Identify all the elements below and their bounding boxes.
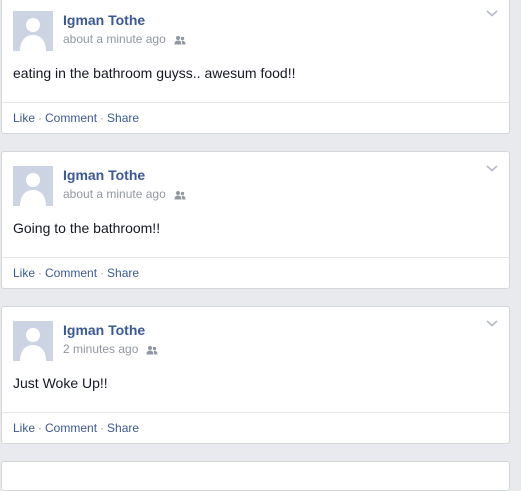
avatar[interactable] [13,11,53,51]
separator-dot: · [100,111,105,125]
post-meta: about a minute ago [63,32,186,46]
post-actions: Like · Comment · Share [2,257,509,288]
chevron-down-icon[interactable] [485,8,499,18]
post-text: Going to the bathroom!! [13,220,161,236]
friends-audience-icon[interactable] [174,34,186,45]
post-timestamp[interactable]: 2 minutes ago [63,342,138,356]
chevron-down-icon[interactable] [485,318,499,328]
feed-post: Igman Tothe about a minute ago Going to … [1,151,510,289]
comment-link[interactable]: Comment [45,111,97,125]
profile-silhouette-icon [13,321,53,361]
post-actions: Like · Comment · Share [2,412,509,443]
comment-link[interactable]: Comment [45,266,97,280]
chevron-down-icon[interactable] [485,163,499,173]
profile-silhouette-icon [13,11,53,51]
post-text: eating in the bathroom guyss.. awesum fo… [13,65,296,81]
avatar[interactable] [13,166,53,206]
post-timestamp[interactable]: about a minute ago [63,187,166,201]
post-actions: Like · Comment · Share [2,102,509,133]
post-author-name[interactable]: Igman Tothe [63,167,145,183]
like-link[interactable]: Like [13,266,35,280]
post-author-name[interactable]: Igman Tothe [63,12,145,28]
feed-post-partial [1,461,510,491]
feed-post: Igman Tothe about a minute ago eating in… [1,0,510,134]
share-link[interactable]: Share [107,266,139,280]
like-link[interactable]: Like [13,111,35,125]
separator-dot: · [100,421,105,435]
post-author-name[interactable]: Igman Tothe [63,322,145,338]
feed-post: Igman Tothe 2 minutes ago Just Woke Up!!… [1,306,510,444]
separator-dot: · [38,111,43,125]
separator-dot: · [38,421,43,435]
share-link[interactable]: Share [107,421,139,435]
comment-link[interactable]: Comment [45,421,97,435]
post-text: Just Woke Up!! [13,375,108,391]
post-meta: about a minute ago [63,187,186,201]
post-meta: 2 minutes ago [63,342,158,356]
friends-audience-icon[interactable] [174,189,186,200]
like-link[interactable]: Like [13,421,35,435]
post-timestamp[interactable]: about a minute ago [63,32,166,46]
share-link[interactable]: Share [107,111,139,125]
profile-silhouette-icon [13,166,53,206]
friends-audience-icon[interactable] [146,344,158,355]
separator-dot: · [100,266,105,280]
separator-dot: · [38,266,43,280]
avatar[interactable] [13,321,53,361]
